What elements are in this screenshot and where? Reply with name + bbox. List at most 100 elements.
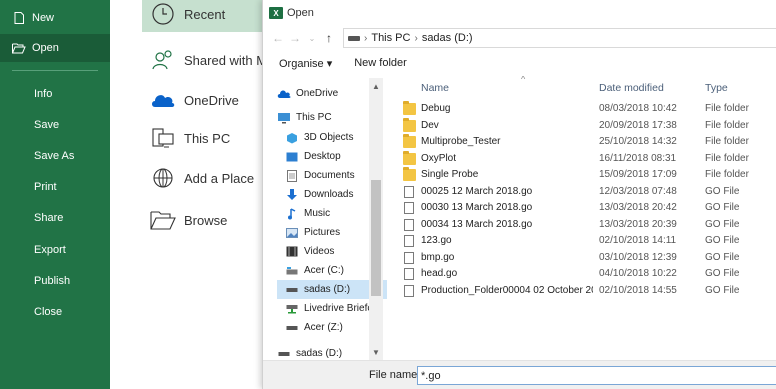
folder-icon — [403, 101, 416, 115]
nav-item-label: sadas (D:) — [304, 284, 351, 295]
folder-open-icon — [150, 207, 176, 233]
rail-new-label: New — [32, 12, 55, 24]
file-date: 25/10/2018 14:32 — [599, 136, 677, 147]
rail-save-label: Save — [34, 119, 60, 131]
address-segment-drive[interactable]: sadas (D:) — [422, 32, 473, 44]
pictures-icon — [285, 227, 299, 239]
location-recent-label: Recent — [184, 6, 226, 22]
open-dialog: X Open ← → ⌄ ↑ › This PC › sadas (D:) Or… — [262, 0, 776, 389]
back-arrow-icon[interactable]: ← — [271, 30, 285, 46]
drive-icon — [348, 35, 360, 41]
file-name: Dev — [421, 119, 439, 131]
globe-plus-icon — [150, 165, 176, 191]
rail-close[interactable]: Close — [0, 298, 110, 326]
download-arrow-icon — [285, 188, 299, 201]
nav-item-label: Documents — [304, 170, 355, 181]
rail-print-label: Print — [34, 181, 57, 193]
rail-share[interactable]: Share — [0, 204, 110, 232]
file-date: 12/03/2018 07:48 — [599, 185, 677, 197]
column-header-name[interactable]: Name — [421, 82, 449, 94]
rail-new[interactable]: New — [0, 4, 110, 32]
file-date: 03/10/2018 12:39 — [599, 251, 677, 263]
rail-publish-label: Publish — [34, 275, 71, 287]
new-folder-button[interactable]: New folder — [354, 57, 407, 69]
navigation-scrollbar[interactable]: ▲ ▼ — [369, 78, 383, 360]
documents-icon — [285, 169, 299, 182]
file-row[interactable]: OxyPlot 16/11/2018 08:31 File folder — [397, 150, 776, 167]
filename-label: File name: — [369, 369, 421, 381]
location-browse-label: Browse — [184, 212, 228, 228]
recent-locations-icon[interactable]: ⌄ — [305, 30, 319, 46]
nav-item-label: Pictures — [304, 227, 341, 238]
file-row[interactable]: bmp.go 03/10/2018 12:39 GO File — [397, 250, 776, 266]
dialog-titlebar: X Open — [263, 0, 776, 26]
organise-button[interactable]: Organise ▾ — [279, 57, 332, 70]
column-header-type[interactable]: Type — [705, 82, 728, 94]
up-arrow-icon[interactable]: ↑ — [322, 30, 336, 46]
file-type: File folder — [705, 136, 749, 147]
filename-input[interactable] — [417, 366, 776, 385]
forward-arrow-icon[interactable]: → — [288, 30, 302, 46]
rail-save-as[interactable]: Save As — [0, 142, 110, 170]
new-document-icon — [14, 12, 24, 24]
nav-item-label: Acer (Z:) — [304, 322, 343, 333]
file-type: File folder — [705, 152, 749, 164]
clock-icon — [150, 1, 176, 27]
folder-icon — [403, 117, 416, 132]
rail-share-label: Share — [34, 212, 64, 224]
rail-export[interactable]: Export — [0, 236, 110, 264]
file-type: GO File — [705, 268, 740, 279]
location-this-pc-label: This PC — [184, 130, 231, 146]
file-name: bmp.go — [421, 251, 455, 263]
file-list: ^ Name Date modified Type Debug 08/03/20… — [397, 76, 776, 360]
rail-print[interactable]: Print — [0, 173, 110, 201]
file-name: Production_Folder00004 02 October 2018..… — [421, 284, 593, 296]
rail-open[interactable]: Open — [0, 34, 110, 62]
open-folder-icon — [12, 43, 26, 54]
network-drive-icon — [285, 303, 299, 315]
desktop-icon — [285, 151, 299, 163]
location-add-place-label: Add a Place — [184, 170, 255, 186]
file-row[interactable]: Multiprobe_Tester 25/10/2018 14:32 File … — [397, 134, 776, 150]
file-type: GO File — [705, 235, 740, 246]
file-row[interactable]: Debug 08/03/2018 10:42 File folder — [397, 101, 776, 117]
rail-save[interactable]: Save — [0, 111, 110, 139]
scrollbar-thumb[interactable] — [371, 180, 381, 296]
computer-icon — [277, 112, 291, 124]
dialog-title: Open — [287, 7, 314, 19]
rail-info[interactable]: Info — [0, 80, 110, 108]
video-icon — [285, 246, 299, 258]
address-bar[interactable]: › This PC › sadas (D:) — [343, 28, 776, 48]
music-note-icon — [285, 207, 299, 220]
file-row[interactable]: 00030 13 March 2018.go 13/03/2018 20:42 … — [397, 200, 776, 216]
file-type: File folder — [705, 103, 749, 114]
file-row[interactable]: 00025 12 March 2018.go 12/03/2018 07:48 … — [397, 184, 776, 200]
file-row[interactable]: Dev 20/09/2018 17:38 File folder — [397, 117, 776, 134]
drive-icon — [285, 322, 299, 334]
column-header-date[interactable]: Date modified — [599, 82, 664, 94]
folder-icon — [403, 150, 416, 165]
file-row[interactable]: 00034 13 March 2018.go 13/03/2018 20:39 … — [397, 217, 776, 233]
scroll-down-icon[interactable]: ▼ — [369, 346, 383, 358]
file-row[interactable]: 123.go 02/10/2018 14:11 GO File — [397, 233, 776, 249]
file-date: 02/10/2018 14:11 — [599, 235, 677, 246]
file-date: 15/09/2018 17:09 — [599, 169, 677, 180]
file-date: 16/11/2018 08:31 — [599, 152, 677, 164]
folder-icon — [403, 134, 416, 148]
file-row[interactable]: head.go 04/10/2018 10:22 GO File — [397, 266, 776, 282]
file-name: Multiprobe_Tester — [421, 136, 501, 147]
rail-export-label: Export — [34, 244, 66, 256]
file-row[interactable]: Single Probe 15/09/2018 17:09 File folde… — [397, 167, 776, 183]
file-name: 00025 12 March 2018.go — [421, 185, 533, 197]
excel-app-icon: X — [269, 7, 283, 19]
file-date: 04/10/2018 10:22 — [599, 268, 677, 279]
file-date: 02/10/2018 14:55 — [599, 284, 677, 296]
file-row[interactable]: Production_Folder00004 02 October 2018..… — [397, 283, 776, 299]
location-shared-label: Shared with Me — [184, 52, 275, 68]
scroll-up-icon[interactable]: ▲ — [369, 80, 383, 92]
file-icon — [404, 235, 414, 247]
file-icon — [404, 202, 414, 214]
rail-publish[interactable]: Publish — [0, 267, 110, 295]
file-list-header: ^ Name Date modified Type — [397, 76, 776, 98]
address-segment-this-pc[interactable]: This PC — [371, 32, 410, 44]
